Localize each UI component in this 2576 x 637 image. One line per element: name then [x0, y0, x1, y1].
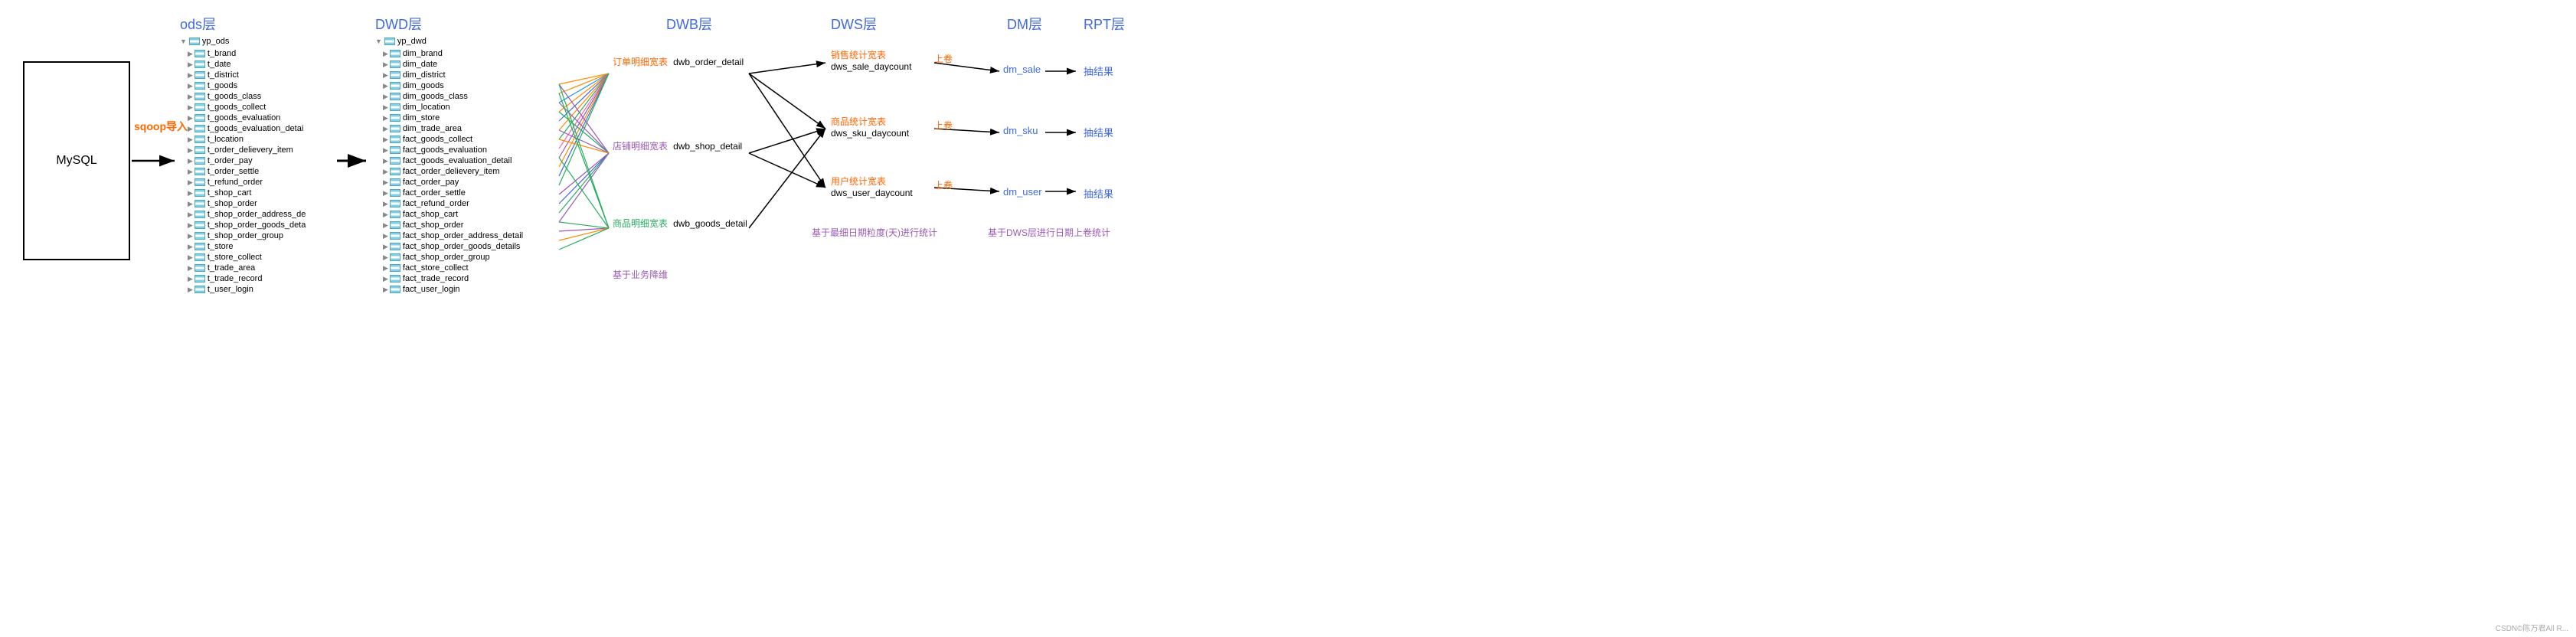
tree-item: ▶t_shop_order_address_de	[180, 209, 306, 220]
tree-item: ▶fact_user_login	[375, 284, 523, 295]
dwb-goods-label: 商品明细宽表	[613, 218, 668, 229]
dwd-tree: ▼yp_dwd▶dim_brand▶dim_date▶dim_district▶…	[375, 37, 523, 295]
dws-user-label: 用户统计宽表	[831, 175, 913, 188]
rpt-result-2: 抽结果	[1084, 125, 1113, 139]
tree-root: ▼yp_ods	[180, 37, 306, 46]
dm-layer-header: DM层	[1007, 14, 1042, 34]
tree-item: ▶fact_goods_evaluation	[375, 145, 523, 155]
dwb-shop-sublabel: dwb_shop_detail	[673, 141, 742, 152]
dwb-order-sublabel: dwb_order_detail	[673, 57, 744, 67]
tree-item: ▶fact_shop_order_group	[375, 252, 523, 263]
dwd-layer-header: DWD层	[375, 14, 422, 34]
tree-item: ▶t_brand	[180, 48, 306, 59]
tree-item: ▶fact_order_delievery_item	[375, 166, 523, 177]
tree-item: ▶t_trade_record	[180, 273, 306, 284]
dws-user-node: 用户统计宽表 dws_user_daycount	[831, 175, 913, 198]
dwb-annotation: 基于业务降维	[613, 268, 668, 281]
tree-item: ▶t_trade_area	[180, 263, 306, 273]
tree-item: ▶fact_shop_order	[375, 220, 523, 230]
tree-item: ▶t_order_delievery_item	[180, 145, 306, 155]
mysql-box: MySQL	[23, 61, 130, 260]
tree-root: ▼yp_dwd	[375, 37, 523, 46]
main-container: ods层 DWD层 DWB层 DWS层 DM层 RPT层 MySQL sqoop…	[0, 0, 2576, 637]
dwb-shop-detail-node: 店铺明细宽表 dwb_shop_detail	[613, 139, 742, 152]
tree-item: ▶dim_location	[375, 102, 523, 113]
dws-sku-sublabel: dws_sku_daycount	[831, 128, 909, 139]
up-label-3: 上卷	[934, 178, 953, 191]
dws-sku-node: 商品统计宽表 dws_sku_daycount	[831, 115, 909, 139]
dwb-goods-sublabel: dwb_goods_detail	[673, 218, 747, 229]
dm-sale-node: dm_sale	[1003, 64, 1041, 75]
tree-item: ▶fact_trade_record	[375, 273, 523, 284]
dm-sku-node: dm_sku	[1003, 125, 1038, 136]
up-label-1: 上卷	[934, 52, 953, 65]
tree-item: ▶fact_refund_order	[375, 198, 523, 209]
tree-item: ▶dim_trade_area	[375, 123, 523, 134]
tree-item: ▶fact_shop_order_goods_details	[375, 241, 523, 252]
tree-item: ▶fact_shop_cart	[375, 209, 523, 220]
tree-item: ▶t_goods_evaluation	[180, 113, 306, 123]
tree-item: ▶t_shop_order	[180, 198, 306, 209]
dws-sku-label: 商品统计宽表	[831, 115, 909, 128]
tree-item: ▶t_goods	[180, 80, 306, 91]
dws-sale-label: 销售统计宽表	[831, 48, 911, 61]
tree-item: ▶t_order_settle	[180, 166, 306, 177]
dwb-layer-header: DWB层	[666, 14, 712, 34]
tree-item: ▶t_goods_class	[180, 91, 306, 102]
tree-item: ▶fact_order_settle	[375, 188, 523, 198]
tree-item: ▶t_goods_evaluation_detai	[180, 123, 306, 134]
dws-sale-node: 销售统计宽表 dws_sale_daycount	[831, 48, 911, 72]
dm-user-node: dm_user	[1003, 186, 1042, 198]
mysql-label: MySQL	[56, 154, 96, 168]
tree-item: ▶t_refund_order	[180, 177, 306, 188]
tree-item: ▶dim_store	[375, 113, 523, 123]
tree-item: ▶t_district	[180, 70, 306, 80]
tree-item: ▶dim_goods	[375, 80, 523, 91]
rpt-layer-header: RPT层	[1084, 14, 1125, 34]
tree-item: ▶t_shop_order_group	[180, 230, 306, 241]
dws-layer-header: DWS层	[831, 14, 877, 34]
tree-item: ▶fact_shop_order_address_detail	[375, 230, 523, 241]
tree-item: ▶fact_order_pay	[375, 177, 523, 188]
up-label-2: 上卷	[934, 119, 953, 132]
tree-item: ▶dim_date	[375, 59, 523, 70]
tree-item: ▶t_store	[180, 241, 306, 252]
tree-item: ▶fact_store_collect	[375, 263, 523, 273]
tree-item: ▶fact_goods_evaluation_detail	[375, 155, 523, 166]
tree-item: ▶t_location	[180, 134, 306, 145]
ods-layer-header: ods层	[180, 14, 216, 34]
tree-item: ▶t_order_pay	[180, 155, 306, 166]
dws-sale-sublabel: dws_sale_daycount	[831, 61, 911, 72]
tree-item: ▶t_shop_cart	[180, 188, 306, 198]
dws-user-sublabel: dws_user_daycount	[831, 188, 913, 198]
tree-item: ▶dim_brand	[375, 48, 523, 59]
tree-item: ▶t_goods_collect	[180, 102, 306, 113]
dm-annotation: 基于DWS层进行日期上卷统计	[988, 226, 1110, 239]
dwb-goods-detail-node: 商品明细宽表 dwb_goods_detail	[613, 217, 747, 230]
tree-item: ▶t_date	[180, 59, 306, 70]
tree-item: ▶t_user_login	[180, 284, 306, 295]
ods-tree: ▼yp_ods▶t_brand▶t_date▶t_district▶t_good…	[180, 37, 306, 295]
tree-item: ▶t_shop_order_goods_deta	[180, 220, 306, 230]
tree-item: ▶t_store_collect	[180, 252, 306, 263]
rpt-result-3: 抽结果	[1084, 186, 1113, 201]
rpt-result-1: 抽结果	[1084, 64, 1113, 78]
tree-item: ▶fact_goods_collect	[375, 134, 523, 145]
dws-annotation: 基于最细日期粒度(天)进行统计	[812, 226, 937, 239]
watermark: CSDN©陈万君All R...	[2496, 622, 2568, 633]
tree-item: ▶dim_district	[375, 70, 523, 80]
dwb-order-detail-node: 订单明细宽表 dwb_order_detail	[613, 55, 744, 68]
tree-item: ▶dim_goods_class	[375, 91, 523, 102]
dwb-shop-label: 店铺明细宽表	[613, 141, 668, 152]
dwb-order-label: 订单明细宽表	[613, 57, 668, 67]
